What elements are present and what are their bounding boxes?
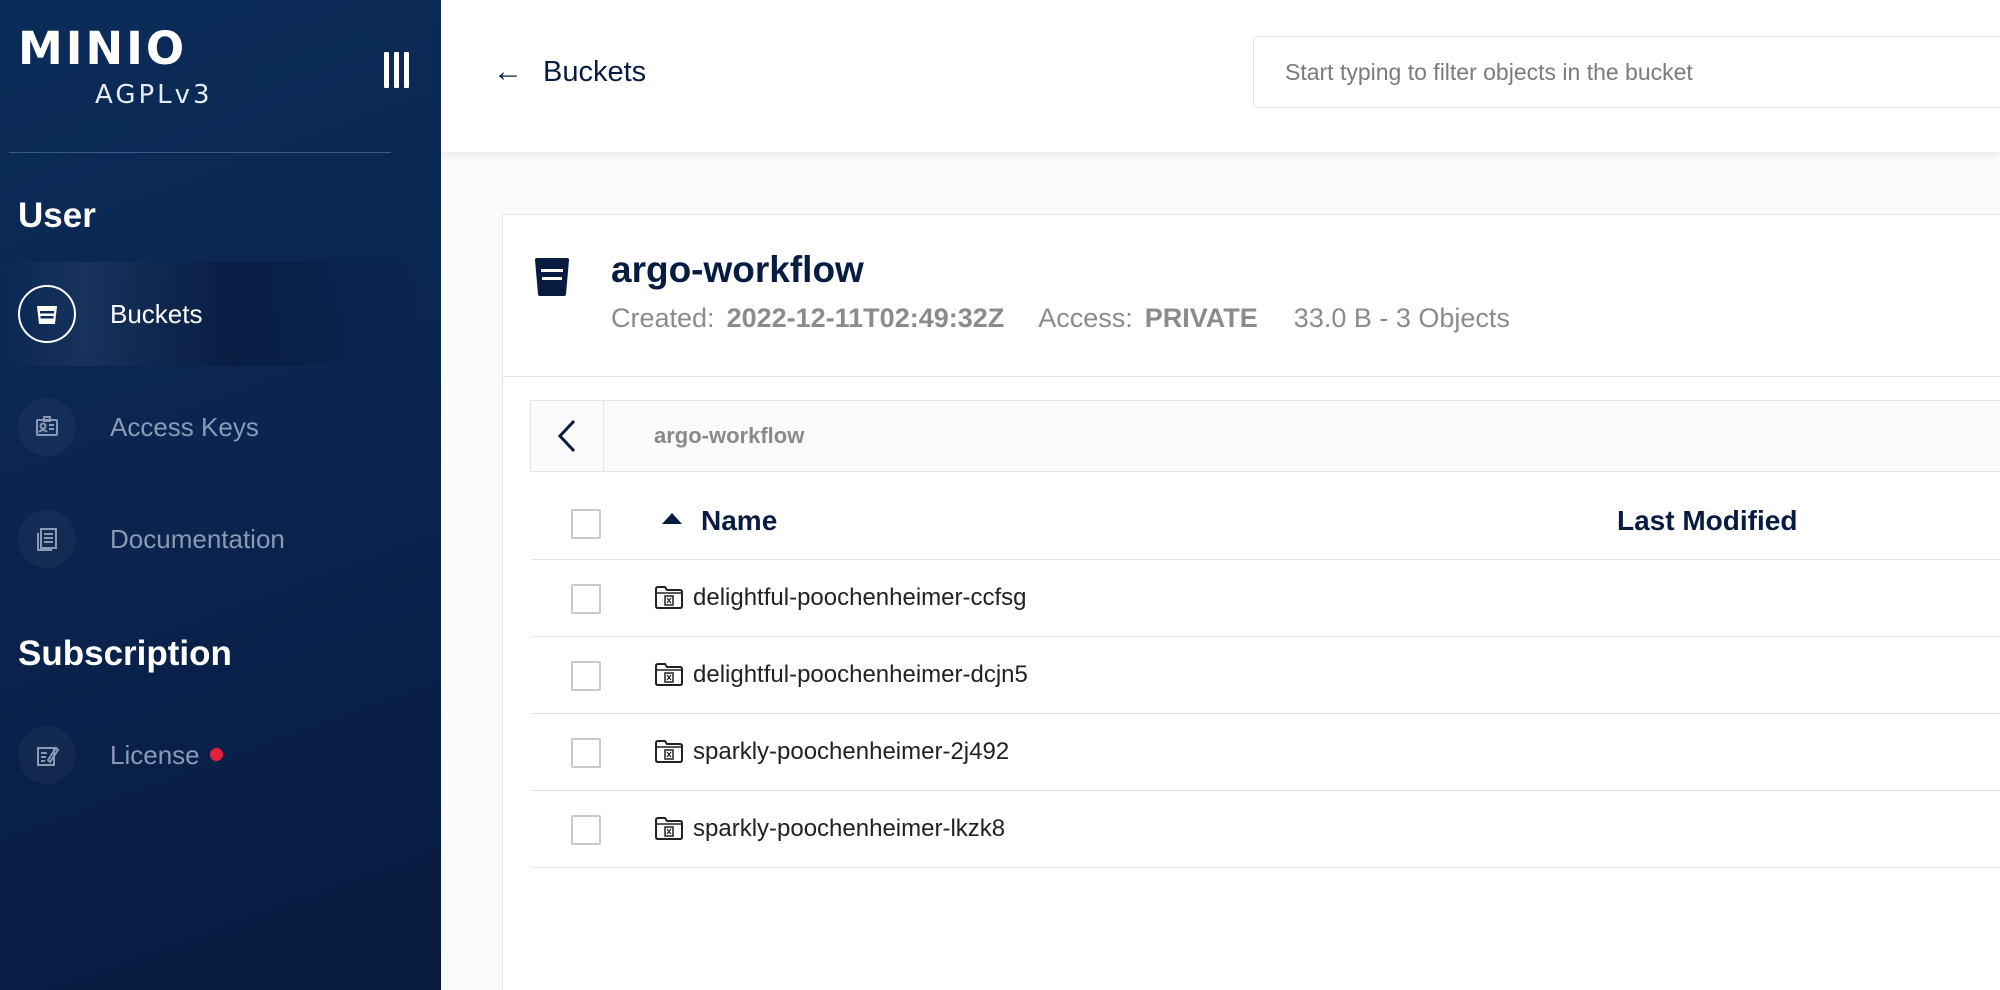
select-all-checkbox[interactable] [571,509,601,539]
object-name[interactable]: sparkly-poochenheimer-2j492 [693,738,1009,766]
created-value: 2022-12-11T02:49:32Z [726,303,1005,333]
license-edition-label: AGPLv3 [95,80,213,110]
breadcrumb-path[interactable]: argo-workflow [654,423,804,449]
folder-icon [655,586,683,609]
created-label: Created: [611,303,715,333]
sidebar-collapse-button[interactable] [380,52,412,88]
sidebar-item-label: Access Keys [110,411,259,442]
bucket-icon [18,285,76,343]
id-card-icon [18,398,76,456]
sort-ascending-icon[interactable] [662,513,682,524]
sidebar-item-label: Buckets [110,298,203,329]
section-title-subscription: Subscription [18,634,232,673]
object-filter-box [1253,36,2000,108]
arrow-left-icon: ← [493,55,523,88]
bucket-icon [533,257,571,302]
collapse-bar-icon [383,52,389,88]
table-row[interactable]: sparkly-poochenheimer-lkzk8 [532,791,2000,868]
object-name[interactable]: delightful-poochenheimer-dcjn5 [693,661,1028,689]
row-checkbox[interactable] [571,661,601,691]
sidebar-item-access-keys[interactable]: Access Keys [0,375,420,479]
docs-icon [18,510,76,568]
bucket-browser-panel: argo-workflow Created: 2022-12-11T02:49:3… [502,214,2000,990]
section-title-user: User [18,196,96,235]
bucket-usage: 33.0 B - 3 Objects [1293,303,1510,333]
alert-dot-icon [209,748,223,762]
chevron-left-icon [557,419,576,453]
folder-icon [655,817,683,840]
table-row[interactable]: sparkly-poochenheimer-2j492 [532,714,2000,791]
access-label: Access: [1038,303,1133,333]
sidebar-item-buckets[interactable]: Buckets [0,262,420,366]
breadcrumb: argo-workflow [530,400,2000,472]
table-row[interactable]: delightful-poochenheimer-ccfsg [532,560,2000,637]
table-header-row: Name Last Modified [532,485,2000,560]
sidebar-item-license-label: License [110,740,223,771]
back-to-buckets-link[interactable]: ← Buckets [493,54,646,90]
folder-icon [655,663,683,686]
table-row[interactable]: delightful-poochenheimer-dcjn5 [532,637,2000,714]
object-name[interactable]: delightful-poochenheimer-ccfsg [693,584,1027,612]
sidebar-item-label: License [110,739,200,770]
column-header-last-modified[interactable]: Last Modified [1617,505,1797,537]
object-filter-input[interactable] [1254,37,2000,107]
sidebar-item-label: Documentation [110,523,285,554]
row-checkbox[interactable] [571,738,601,768]
row-checkbox[interactable] [571,584,601,614]
sidebar-item-documentation[interactable]: Documentation [0,487,420,591]
column-header-name[interactable]: Name [701,505,777,537]
row-checkbox[interactable] [571,815,601,845]
breadcrumb-back-button[interactable] [531,401,604,471]
access-value: PRIVATE [1144,303,1258,333]
objects-table: Name Last Modified delightful-poochenhei… [532,485,2000,868]
bucket-meta: Created: 2022-12-11T02:49:32Z Access: PRIVA… [611,303,1510,334]
folder-icon [655,740,683,763]
sidebar-divider [9,152,391,153]
minio-logo[interactable]: MINIO AGPLv3 [18,22,218,111]
collapse-bar-icon [403,52,409,88]
logo-wordmark: MINIO [18,22,188,75]
sidebar: MINIO AGPLv3 User Buckets Access Keys Do… [0,0,441,990]
collapse-bar-icon [393,52,399,88]
back-link-label: Buckets [543,55,647,88]
top-bar: ← Buckets [441,0,2000,152]
bucket-header: argo-workflow Created: 2022-12-11T02:49:3… [503,215,2000,377]
object-name[interactable]: sparkly-poochenheimer-lkzk8 [693,815,1005,843]
sidebar-item-license[interactable]: License [0,703,420,807]
license-icon [18,726,76,784]
bucket-name: argo-workflow [611,249,864,290]
